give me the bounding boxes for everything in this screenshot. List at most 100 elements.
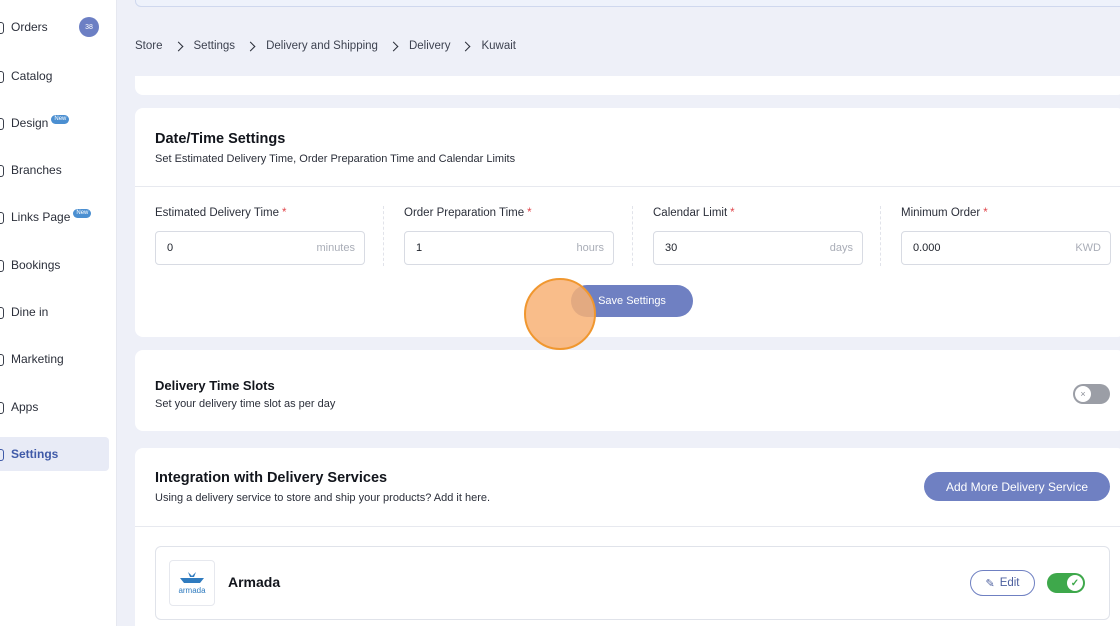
preparation-time-input[interactable]: 1 hours (404, 231, 614, 265)
logo-text: armada (178, 585, 206, 595)
orders-icon (0, 20, 5, 34)
field-unit: minutes (316, 242, 355, 254)
sidebar-item-catalog[interactable]: Catalog (0, 59, 109, 93)
design-icon (0, 116, 5, 130)
section-title: Date/Time Settings (155, 131, 286, 147)
service-name: Armada (228, 574, 281, 590)
sidebar-item-branches[interactable]: Branches (0, 153, 109, 187)
service-row-armada: armada Armada ✎ Edit ✓ (155, 546, 1110, 620)
field-label-text: Order Preparation Time (404, 207, 525, 219)
sidebar-item-label: Dine in (11, 305, 49, 319)
calendar-limit-field: Calendar Limit * 30 days (653, 207, 863, 265)
sidebar-item-label: Branches (11, 163, 62, 177)
sidebar-item-marketing[interactable]: Marketing (0, 342, 109, 376)
sidebar-item-orders[interactable]: Orders 38 (0, 10, 109, 44)
minimum-order-input[interactable]: 0.000 KWD (901, 231, 1111, 265)
add-delivery-service-button[interactable]: Add More Delivery Service (924, 472, 1110, 501)
field-label: Calendar Limit * (653, 207, 863, 225)
chevron-right-icon (173, 41, 183, 51)
breadcrumb-delivery-shipping[interactable]: Delivery and Shipping (266, 40, 378, 52)
breadcrumb-store[interactable]: Store (135, 40, 163, 52)
field-value: 1 (416, 242, 423, 254)
edit-label: Edit (999, 577, 1020, 589)
sidebar-item-bookings[interactable]: Bookings (0, 248, 109, 282)
chevron-right-icon (388, 41, 399, 51)
field-label: Estimated Delivery Time * (155, 207, 365, 225)
field-label-text: Calendar Limit (653, 207, 728, 219)
sidebar-item-label: Links Page (11, 210, 71, 224)
apps-icon (0, 400, 5, 414)
orders-count-badge: 38 (79, 17, 99, 37)
sidebar-item-label: Catalog (11, 69, 53, 83)
estimated-delivery-input[interactable]: 0 minutes (155, 231, 365, 265)
sidebar-item-settings[interactable]: Settings (0, 437, 109, 471)
section-subtitle: Set your delivery time slot as per day (155, 398, 336, 410)
divider (135, 526, 1120, 527)
breadcrumb: Store Settings Delivery and Shipping Del… (135, 40, 516, 52)
service-enabled-toggle[interactable]: ✓ (1047, 573, 1085, 593)
catalog-icon (0, 69, 5, 83)
section-subtitle: Using a delivery service to store and sh… (155, 492, 491, 504)
estimated-delivery-field: Estimated Delivery Time * 0 minutes (155, 207, 365, 265)
calendar-limit-input[interactable]: 30 days (653, 231, 863, 265)
branches-icon (0, 163, 5, 177)
divider (135, 186, 1120, 187)
breadcrumb-current: Kuwait (481, 40, 517, 52)
edit-service-button[interactable]: ✎ Edit (970, 570, 1035, 596)
required-mark: * (983, 207, 988, 219)
field-separator (880, 206, 881, 266)
required-mark: * (281, 207, 287, 219)
links-icon (0, 210, 5, 224)
field-value: 30 (665, 242, 678, 254)
boat-icon (180, 571, 204, 583)
minimum-order-field: Minimum Order * 0.000 KWD (901, 207, 1111, 265)
bookings-icon (0, 258, 5, 272)
dine-in-icon (0, 305, 5, 319)
section-subtitle: Set Estimated Delivery Time, Order Prepa… (155, 153, 516, 165)
click-indicator (524, 278, 596, 350)
breadcrumb-settings[interactable]: Settings (194, 40, 236, 52)
chevron-right-icon (245, 41, 256, 51)
delivery-integration-card: Integration with Delivery Services Using… (135, 448, 1120, 626)
field-unit: hours (576, 242, 604, 254)
delivery-time-slots-card: Delivery Time Slots Set your delivery ti… (135, 350, 1120, 431)
chevron-right-icon (461, 41, 471, 51)
field-separator (383, 206, 384, 266)
new-tag: New (73, 208, 92, 218)
breadcrumb-delivery[interactable]: Delivery (409, 40, 451, 52)
sidebar-item-label: Bookings (11, 258, 61, 272)
field-label: Minimum Order * (901, 207, 1111, 225)
check-icon: ✓ (1067, 575, 1083, 591)
sidebar-item-design[interactable]: Design New (0, 106, 109, 140)
required-mark: * (730, 207, 735, 219)
sidebar-item-links-page[interactable]: Links Page New (0, 200, 109, 234)
sidebar: Orders 38 Catalog Design New Branches Li… (0, 0, 117, 626)
settings-icon (0, 447, 5, 461)
section-title: Integration with Delivery Services (155, 470, 388, 486)
field-label-text: Minimum Order (901, 207, 981, 219)
required-mark: * (527, 207, 532, 219)
armada-logo: armada (169, 560, 215, 606)
field-label-text: Estimated Delivery Time (155, 207, 279, 219)
pencil-icon: ✎ (985, 577, 995, 590)
sidebar-item-label: Orders (11, 20, 48, 34)
sidebar-item-apps[interactable]: Apps (0, 390, 109, 424)
sidebar-item-label: Settings (11, 447, 59, 461)
field-value: 0.000 (913, 242, 941, 254)
field-unit: days (829, 242, 853, 254)
field-label: Order Preparation Time * (404, 207, 614, 225)
field-value: 0 (167, 242, 174, 254)
sidebar-item-dine-in[interactable]: Dine in (0, 295, 109, 329)
preparation-time-field: Order Preparation Time * 1 hours (404, 207, 614, 265)
datetime-settings-card: Date/Time Settings Set Estimated Deliver… (135, 108, 1120, 337)
previous-card (135, 76, 1120, 95)
close-icon: × (1075, 386, 1091, 402)
sidebar-item-label: Marketing (11, 352, 64, 366)
field-unit: KWD (1075, 242, 1101, 254)
time-slots-toggle[interactable]: × (1073, 384, 1110, 404)
sidebar-item-label: Design (11, 116, 49, 130)
field-separator (632, 206, 633, 266)
top-notice-bar (135, 0, 1120, 7)
section-title: Delivery Time Slots (155, 378, 275, 393)
marketing-icon (0, 352, 5, 366)
